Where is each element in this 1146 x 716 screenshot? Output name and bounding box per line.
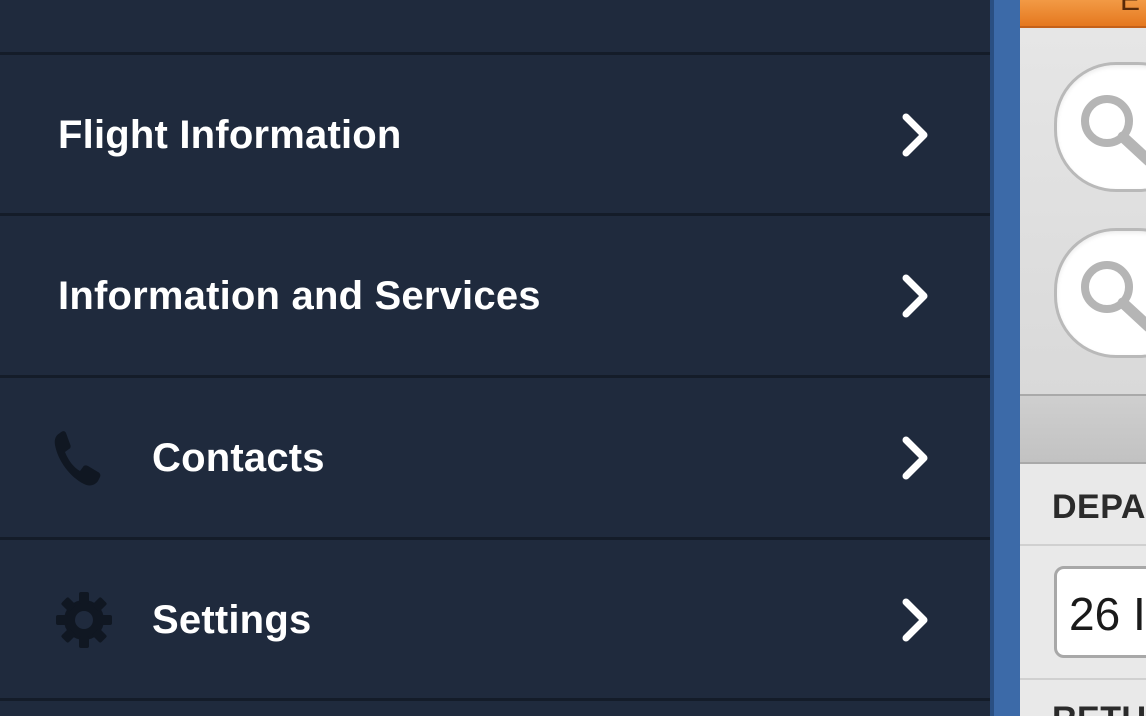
origin-search-field[interactable] [1054, 62, 1146, 192]
menu-item-flight-information[interactable]: Flight Information [0, 55, 990, 215]
app-screen: Flight Information Information and Servi… [0, 0, 1146, 716]
panel-divider [1020, 544, 1146, 546]
menu-item-label: Contacts [152, 435, 325, 480]
menu-item-contacts[interactable]: Contacts [0, 378, 990, 538]
chevron-right-icon [902, 436, 928, 480]
search-icon [1081, 261, 1146, 332]
top-action-bar-text: E [1120, 0, 1141, 17]
search-area [1020, 28, 1146, 394]
depart-date-value: 26 I [1069, 588, 1146, 640]
menu-item-label: Information and Services [58, 273, 541, 318]
destination-search-field[interactable] [1054, 228, 1146, 358]
depart-label: DEPA [1052, 488, 1146, 526]
chevron-right-icon [902, 274, 928, 318]
main-panel-edge [990, 0, 1020, 716]
menu-item-label: Flight Information [58, 112, 402, 157]
search-icon [1081, 95, 1146, 166]
chevron-right-icon [902, 113, 928, 157]
menu-item-label: Settings [152, 597, 312, 642]
section-band [1020, 394, 1146, 464]
menu-item-settings[interactable]: Settings [0, 540, 990, 700]
gear-icon [54, 590, 114, 650]
main-panel-partial: E DEPA 26 I RETU [1020, 0, 1146, 716]
phone-icon [54, 428, 114, 488]
panel-divider [1020, 678, 1146, 680]
chevron-right-icon [902, 598, 928, 642]
return-label: RETU [1052, 700, 1146, 716]
menu-divider [0, 698, 990, 701]
drawer-top-item-partial[interactable] [0, 0, 990, 52]
top-action-bar[interactable]: E [1020, 0, 1146, 28]
depart-date-field[interactable]: 26 I [1054, 566, 1146, 658]
menu-item-information-and-services[interactable]: Information and Services [0, 216, 990, 376]
navigation-drawer: Flight Information Information and Servi… [0, 0, 990, 716]
